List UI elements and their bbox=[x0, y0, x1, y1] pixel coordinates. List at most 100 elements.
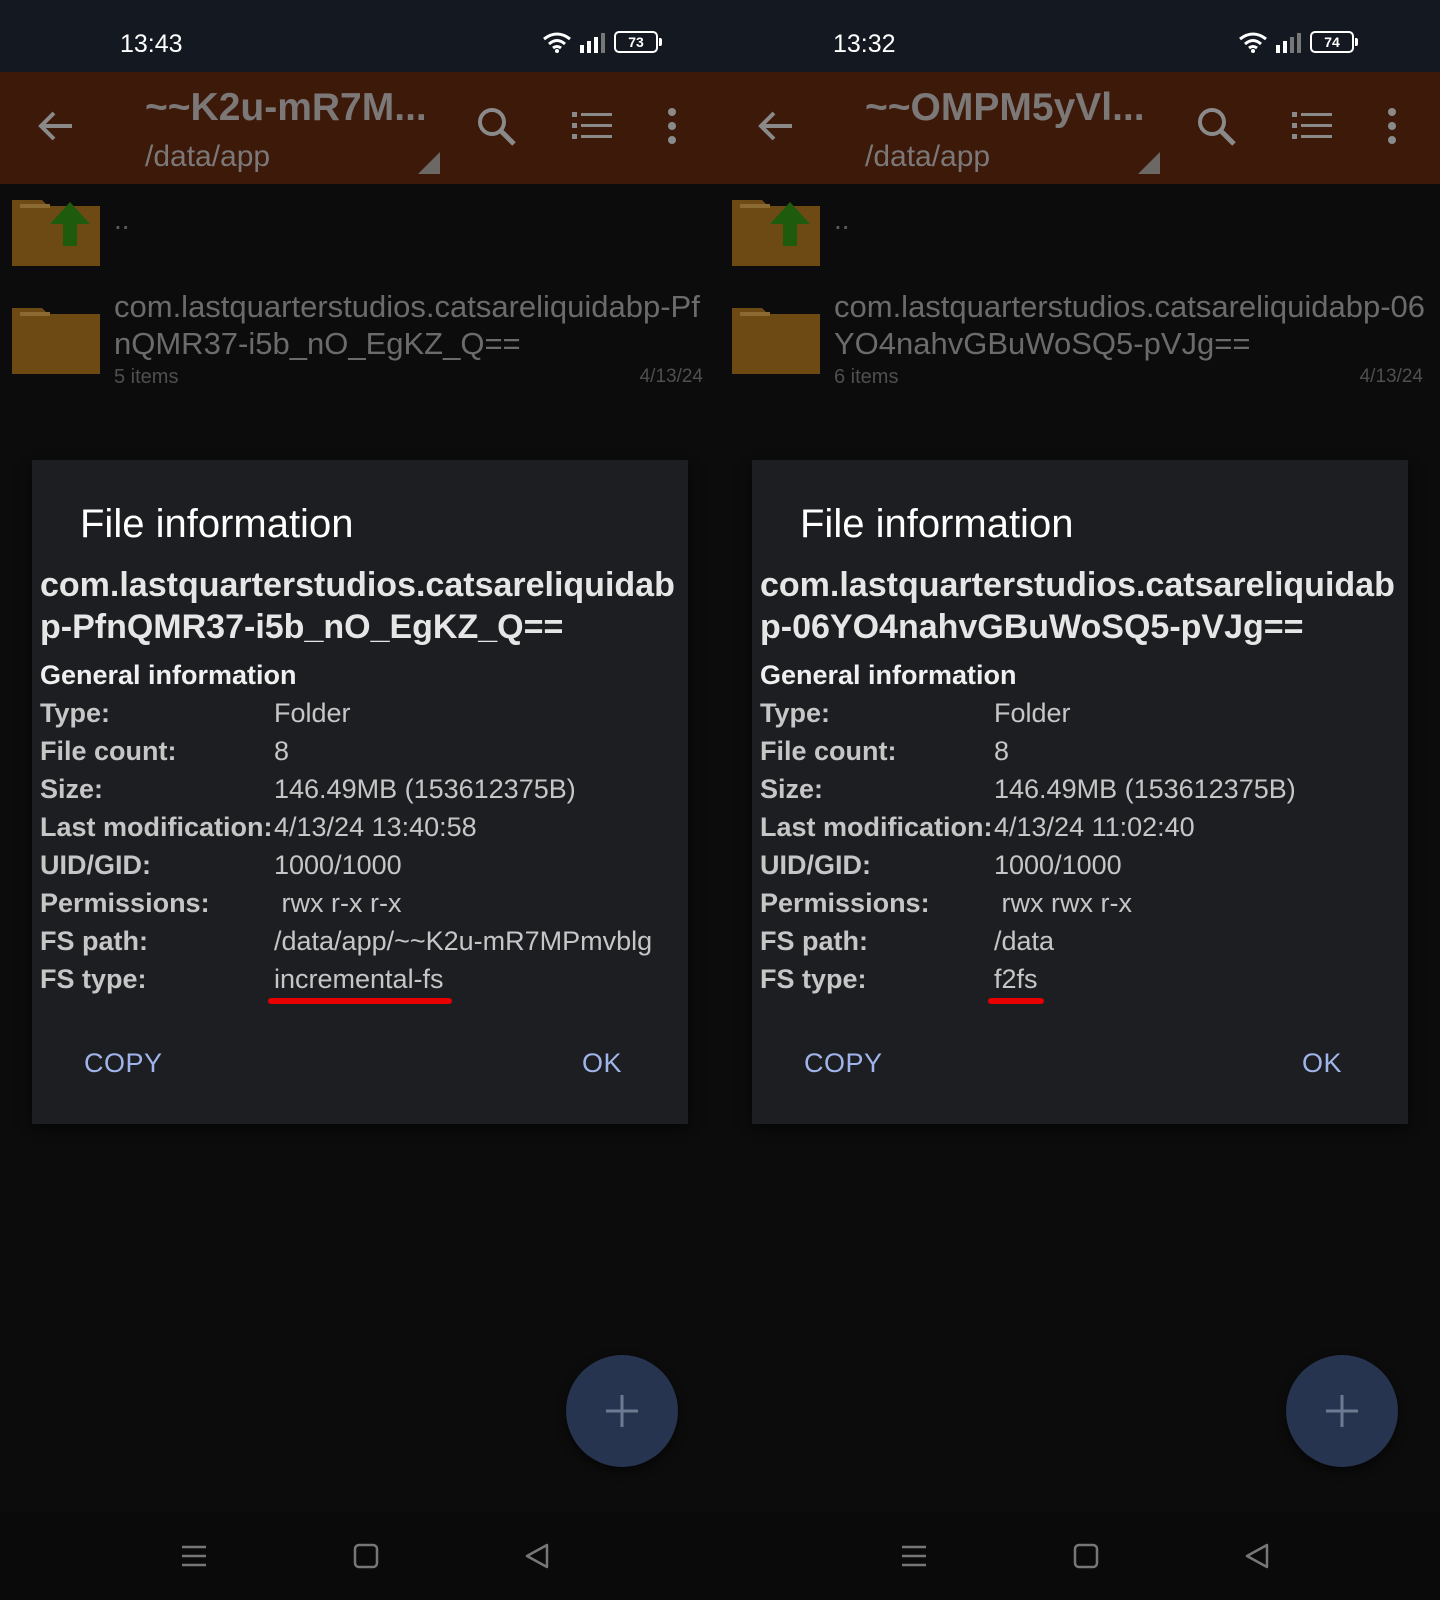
info-row-type: Type: Folder bbox=[760, 698, 1400, 736]
list-item-folder[interactable]: com.lastquarterstudios.catsareliquidabp-… bbox=[720, 288, 1440, 398]
info-key: FS path: bbox=[40, 926, 148, 956]
info-key: File count: bbox=[40, 736, 177, 766]
ok-button[interactable]: OK bbox=[1302, 1048, 1342, 1079]
add-fab-button[interactable] bbox=[1286, 1355, 1398, 1467]
info-value: 8 bbox=[274, 736, 290, 766]
section-heading: General information bbox=[40, 660, 297, 690]
red-annotation-underline bbox=[988, 998, 1044, 1004]
folder-item-count: 6 items bbox=[834, 366, 899, 388]
info-row-size: Size: 146.49MB (153612375B) bbox=[760, 774, 1400, 812]
info-value: rwx rwx r-x bbox=[994, 888, 1132, 918]
home-icon[interactable] bbox=[1072, 1542, 1100, 1570]
info-key: Size: bbox=[760, 774, 824, 804]
list-view-icon[interactable] bbox=[1290, 108, 1334, 144]
list-item-folder[interactable]: com.lastquarterstudios.catsareliquidabp-… bbox=[0, 288, 720, 398]
more-vert-icon[interactable] bbox=[1382, 104, 1402, 148]
info-row-fs-type: FS type: f2fs bbox=[760, 964, 1400, 1002]
status-icons: 74 bbox=[1238, 31, 1358, 53]
folder-title[interactable]: ~~K2u-mR7M... bbox=[145, 86, 435, 130]
wifi-icon bbox=[543, 32, 571, 53]
back-arrow-icon[interactable] bbox=[36, 106, 76, 146]
home-icon[interactable] bbox=[352, 1542, 380, 1570]
wifi-icon bbox=[1239, 32, 1267, 53]
search-icon[interactable] bbox=[474, 104, 518, 148]
info-key: UID/GID: bbox=[40, 850, 151, 880]
status-time: 13:32 bbox=[833, 30, 896, 58]
list-item-parent-folder[interactable]: .. bbox=[0, 194, 720, 284]
parent-folder-label: .. bbox=[114, 204, 130, 235]
back-arrow-icon[interactable] bbox=[756, 106, 796, 146]
copy-button[interactable]: COPY bbox=[84, 1048, 163, 1079]
info-row-fs-path: FS path: /data/app/~~K2u-mR7MPmvblg bbox=[40, 926, 680, 964]
info-row-file-count: File count: 8 bbox=[40, 736, 680, 774]
info-value: f2fs bbox=[994, 964, 1038, 994]
list-item-parent-folder[interactable]: .. bbox=[720, 194, 1440, 284]
menu-icon[interactable] bbox=[900, 1542, 928, 1570]
back-nav-icon[interactable] bbox=[1243, 1542, 1271, 1570]
search-icon[interactable] bbox=[1194, 104, 1238, 148]
folder-up-icon bbox=[12, 200, 100, 266]
path-dropdown-indicator[interactable] bbox=[1138, 152, 1160, 174]
info-row-last-modification: Last modification: 4/13/24 13:40:58 bbox=[40, 812, 680, 850]
more-vert-icon[interactable] bbox=[662, 104, 682, 148]
list-view-icon[interactable] bbox=[570, 108, 614, 144]
folder-icon bbox=[732, 308, 820, 374]
system-nav-bar bbox=[0, 1512, 720, 1600]
info-table: Type: Folder File count: 8 Size: 146.49MB (… bbox=[760, 698, 1400, 1002]
signal-icon bbox=[1276, 33, 1301, 53]
info-value: Folder bbox=[994, 698, 1071, 728]
info-value: 4/13/24 11:02:40 bbox=[994, 812, 1195, 842]
info-value: 4/13/24 13:40:58 bbox=[274, 812, 477, 842]
file-information-dialog: File information com.lastquarterstudios.… bbox=[752, 460, 1408, 1124]
menu-icon[interactable] bbox=[180, 1542, 208, 1570]
info-value: 1000/1000 bbox=[994, 850, 1122, 880]
folder-title[interactable]: ~~OMPM5yVl... bbox=[865, 86, 1155, 130]
status-bar: 13:32 74 bbox=[720, 0, 1440, 72]
ok-button[interactable]: OK bbox=[582, 1048, 622, 1079]
status-bar: 13:43 73 bbox=[0, 0, 720, 72]
info-key: Last modification: bbox=[40, 812, 273, 842]
info-key: File count: bbox=[760, 736, 897, 766]
info-value: rwx r-x r-x bbox=[274, 888, 402, 918]
folder-name: com.lastquarterstudios.catsareliquidabp-… bbox=[114, 289, 700, 361]
info-value: 146.49MB (153612375B) bbox=[274, 774, 576, 804]
dialog-file-name: com.lastquarterstudios.catsareliquidabp-… bbox=[40, 566, 675, 646]
folder-icon bbox=[12, 308, 100, 374]
info-table: Type: Folder File count: 8 Size: 146.49MB (… bbox=[40, 698, 680, 1002]
dialog-file-name: com.lastquarterstudios.catsareliquidabp-… bbox=[760, 566, 1395, 646]
info-row-permissions: Permissions: rwx rwx r-x bbox=[760, 888, 1400, 926]
info-row-file-count: File count: 8 bbox=[760, 736, 1400, 774]
info-row-uid-gid: UID/GID: 1000/1000 bbox=[760, 850, 1400, 888]
system-nav-bar bbox=[720, 1512, 1440, 1600]
dialog-title: File information bbox=[80, 502, 354, 546]
add-fab-button[interactable] bbox=[566, 1355, 678, 1467]
info-row-size: Size: 146.49MB (153612375B) bbox=[40, 774, 680, 812]
back-nav-icon[interactable] bbox=[523, 1542, 551, 1570]
folder-name: com.lastquarterstudios.catsareliquidabp-… bbox=[834, 289, 1426, 361]
status-icons: 73 bbox=[542, 31, 662, 53]
info-key: Permissions: bbox=[760, 888, 930, 918]
battery-icon: 73 bbox=[614, 31, 662, 53]
status-time: 13:43 bbox=[120, 30, 183, 58]
folder-up-icon bbox=[732, 200, 820, 266]
info-value: 146.49MB (153612375B) bbox=[994, 774, 1296, 804]
folder-item-count: 5 items bbox=[114, 366, 179, 388]
folder-path[interactable]: /data/app bbox=[865, 140, 990, 174]
folder-path[interactable]: /data/app bbox=[145, 140, 270, 174]
app-toolbar: ~~K2u-mR7M... /data/app bbox=[0, 72, 720, 184]
info-key: Type: bbox=[40, 698, 111, 728]
info-row-last-modification: Last modification: 4/13/24 11:02:40 bbox=[760, 812, 1400, 850]
info-value: Folder bbox=[274, 698, 351, 728]
copy-button[interactable]: COPY bbox=[804, 1048, 883, 1079]
red-annotation-underline bbox=[268, 998, 452, 1004]
info-value: /data/app/~~K2u-mR7MPmvblg bbox=[274, 926, 653, 956]
info-value: 8 bbox=[994, 736, 1010, 766]
path-dropdown-indicator[interactable] bbox=[418, 152, 440, 174]
phone-screen-left: 13:43 73 ~~K2u-mR7M... /data/app .. com.… bbox=[0, 0, 720, 1600]
signal-icon bbox=[580, 33, 605, 53]
info-key: Size: bbox=[40, 774, 104, 804]
info-value: 1000/1000 bbox=[274, 850, 402, 880]
info-key: FS type: bbox=[40, 964, 147, 994]
plus-icon bbox=[606, 1395, 638, 1427]
info-row-fs-path: FS path: /data bbox=[760, 926, 1400, 964]
